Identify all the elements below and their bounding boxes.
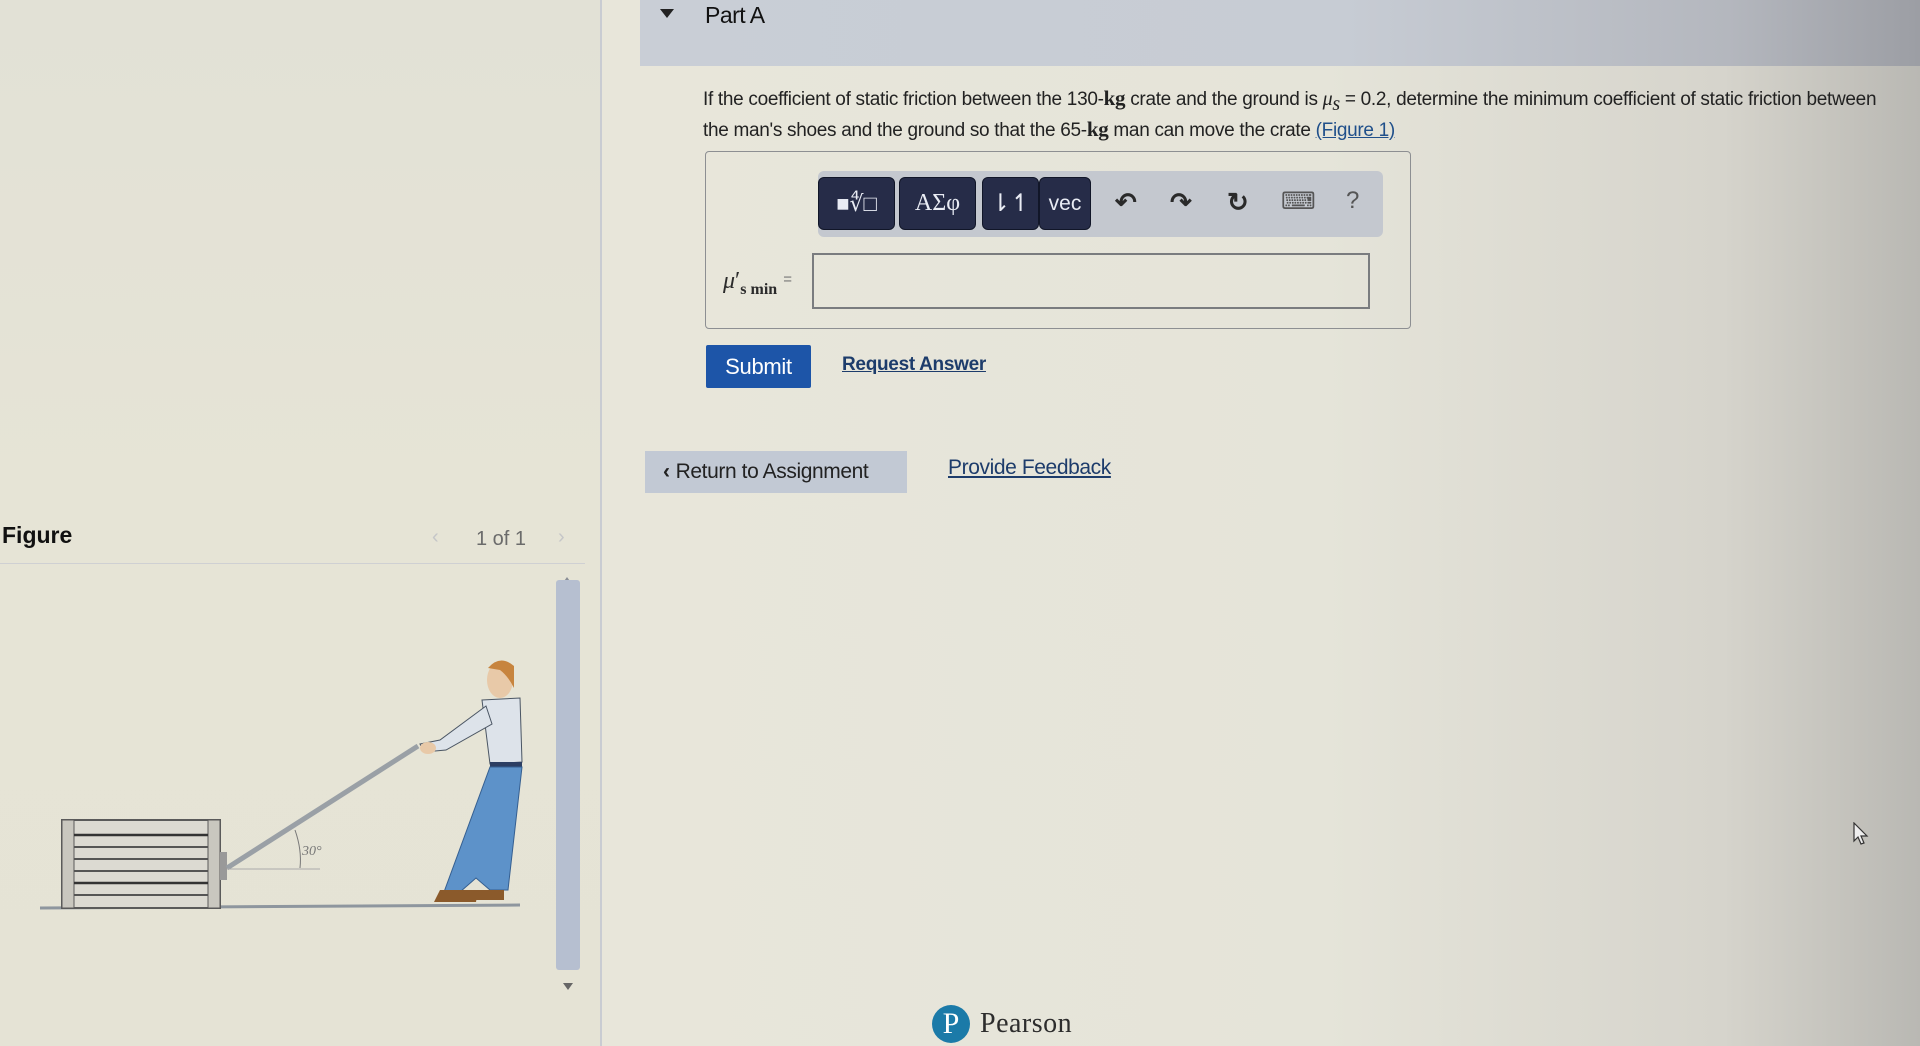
request-answer-link[interactable]: Request Answer [842, 354, 986, 376]
question-text: If the coefficient of static friction be… [703, 86, 1883, 143]
equals-sign: = [783, 271, 792, 288]
question-text-part: crate and the ground is [1125, 89, 1323, 110]
keyboard-icon[interactable]: ⌨ [1281, 187, 1316, 216]
unit-kg: kg [1103, 86, 1126, 110]
help-icon[interactable]: ? [1346, 187, 1359, 215]
figure-title: Figure [2, 522, 73, 548]
mu-subscript: s [1332, 92, 1340, 115]
templates-button[interactable]: ■∜□ [818, 177, 895, 230]
man-figure [419, 660, 523, 902]
arrows-button[interactable]: ⇂↿ [982, 177, 1039, 230]
pearson-branding: P Pearson [932, 1005, 1072, 1043]
scroll-down-arrow-icon[interactable] [563, 983, 573, 990]
undo-icon[interactable]: ↶ [1115, 187, 1137, 218]
caret-down-icon[interactable] [660, 9, 674, 18]
question-text-part: If the coefficient of static friction be… [703, 89, 1104, 110]
angle-arc [294, 829, 301, 869]
rope [225, 743, 420, 871]
figure-image: 30° [39, 660, 523, 910]
figure-prev-icon[interactable]: ‹ [432, 526, 439, 549]
crate [61, 819, 227, 909]
math-toolbar: ■∜□ ΑΣφ ⇂↿ vec ↶ ↷ ↻ ⌨ ? [818, 171, 1383, 237]
vector-button[interactable]: vec [1039, 177, 1091, 230]
part-a-header[interactable] [640, 0, 1920, 66]
angle-label: 30° [301, 844, 322, 859]
unit-kg: kg [1086, 116, 1109, 141]
part-title[interactable]: Part A [705, 2, 765, 29]
answer-input[interactable] [812, 253, 1370, 309]
return-label: Return to Assignment [675, 460, 869, 483]
pearson-logo-icon: P [932, 1005, 970, 1043]
figure-next-icon[interactable]: › [558, 526, 565, 549]
chevron-left-icon: ‹ [663, 460, 670, 483]
figure-page-indicator: 1 of 1 [476, 528, 527, 550]
pearson-brand-name: Pearson [980, 1008, 1073, 1039]
mu-symbol: μ [723, 268, 736, 294]
mu-symbol: μ [1322, 88, 1333, 110]
mouse-cursor-icon [1853, 822, 1869, 845]
figure-scrollbar[interactable] [556, 580, 580, 970]
redo-icon[interactable]: ↷ [1170, 187, 1192, 218]
return-to-assignment-button[interactable]: ‹ Return to Assignment [645, 451, 907, 493]
answer-variable-label: μ′s min= [723, 268, 792, 298]
figure-header-rule [0, 563, 585, 564]
provide-feedback-link[interactable]: Provide Feedback [948, 456, 1111, 480]
symbols-button[interactable]: ΑΣφ [899, 177, 976, 230]
reset-icon[interactable]: ↻ [1227, 187, 1249, 218]
submit-button[interactable]: Submit [706, 345, 811, 388]
answer-subscript: s min [740, 281, 778, 298]
figure-link[interactable]: (Figure 1) [1316, 120, 1396, 141]
question-text-part: man can move the crate [1108, 119, 1316, 141]
